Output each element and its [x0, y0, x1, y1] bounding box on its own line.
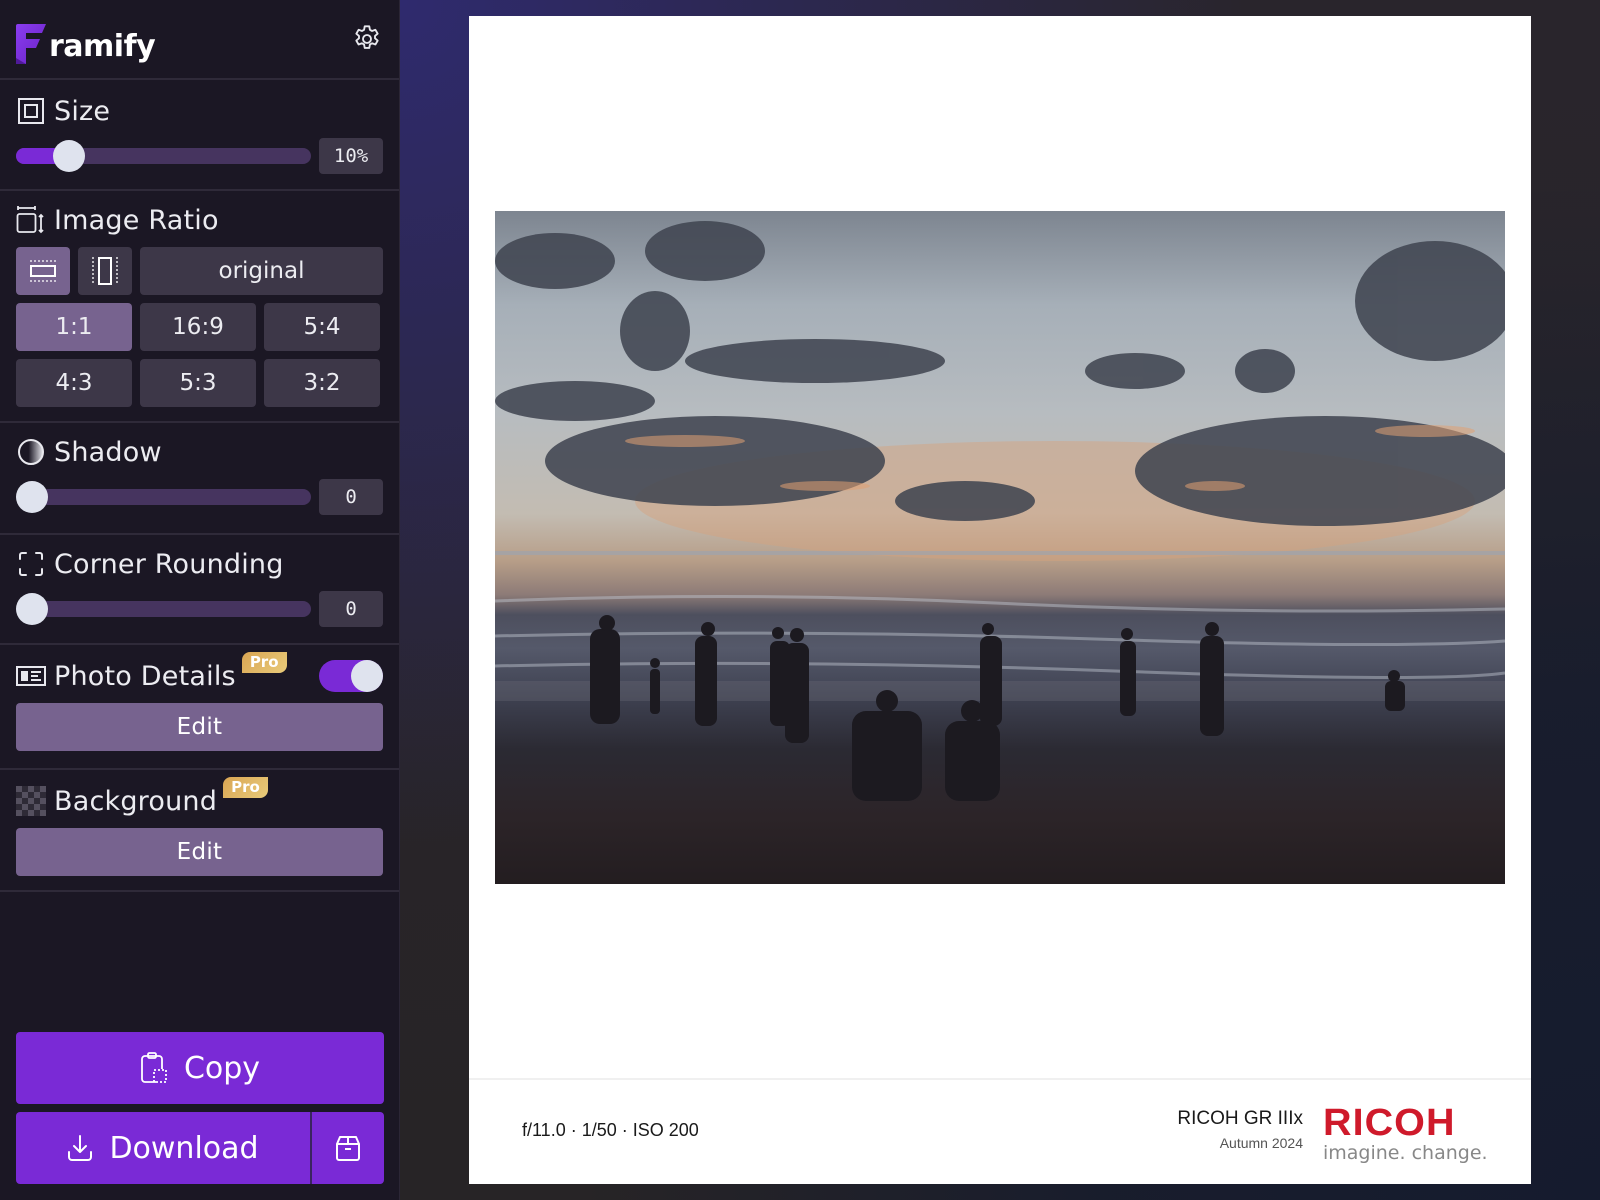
pro-badge: Pro [241, 651, 287, 673]
shadow-title: Shadow [54, 436, 162, 468]
camera-subtitle: Autumn 2024 [1219, 1135, 1303, 1151]
brand-tagline: imagine. change. [1323, 1142, 1488, 1164]
photo-details-header: Photo Details Pro [16, 651, 383, 693]
portrait-icon [92, 257, 118, 285]
size-slider[interactable] [16, 140, 312, 172]
clipboard-icon [140, 1052, 168, 1084]
download-button[interactable]: Download [16, 1112, 312, 1184]
copy-label: Copy [183, 1050, 261, 1086]
app-logo: ramify [16, 14, 156, 64]
shadow-header: Shadow [16, 435, 383, 469]
corner-rounding-value[interactable]: 0 [319, 591, 383, 627]
logo-f-icon [16, 24, 46, 64]
ratio-option-3-2[interactable]: 3:2 [264, 359, 380, 407]
photo-details-edit-button[interactable]: Edit [16, 703, 383, 751]
shadow-value[interactable]: 0 [319, 479, 383, 515]
archive-box-icon [336, 1136, 360, 1161]
id-card-icon [16, 661, 46, 691]
beach-sunset-photo [495, 221, 1505, 801]
gear-icon[interactable] [351, 23, 383, 55]
sidebar: ramify Size 10% Image Ratio original 1:1… [0, 0, 400, 1200]
background-edit-button[interactable]: Edit [16, 828, 383, 876]
ratio-option-5-3[interactable]: 5:3 [140, 359, 256, 407]
resize-box-icon [16, 205, 46, 235]
size-section: Size 10% [0, 80, 399, 191]
shadow-section: Shadow 0 [0, 423, 399, 535]
landscape-icon [30, 260, 56, 282]
half-circle-icon [16, 437, 46, 467]
checkerboard-icon [16, 786, 46, 816]
app-header: ramify [0, 0, 399, 80]
corner-rounding-slider[interactable] [16, 593, 312, 625]
corner-rounding-section: Corner Rounding 0 [0, 535, 399, 645]
background-title: Background [54, 785, 218, 817]
pro-badge: Pro [223, 776, 268, 798]
corners-icon [16, 549, 46, 579]
photo-details-title: Photo Details [54, 660, 236, 692]
ratio-option-4-3[interactable]: 4:3 [16, 359, 132, 407]
exif-info: f/11.0 · 1/50 · ISO 200 [522, 1120, 699, 1140]
corner-rounding-header: Corner Rounding [16, 547, 383, 581]
background-section: Background Pro Edit [0, 770, 399, 892]
canvas-stage: f/11.0 · 1/50 · ISO 200 RICOH GR IIIx Au… [400, 0, 1600, 1200]
photo [495, 211, 1505, 884]
corner-rounding-slider-thumb[interactable] [16, 593, 48, 625]
download-options-button[interactable] [312, 1112, 384, 1184]
export-actions: Copy Download [16, 1032, 384, 1184]
shadow-slider-thumb[interactable] [16, 481, 48, 513]
ratio-original-button[interactable]: original [140, 247, 383, 295]
size-value[interactable]: 10% [319, 138, 383, 174]
ratio-options: 1:1 16:9 5:4 4:3 5:3 3:2 [16, 303, 383, 407]
image-ratio-title: Image Ratio [54, 204, 219, 236]
ricoh-logo: RICOH imagine. change. [1323, 1104, 1488, 1164]
download-label: Download [109, 1130, 259, 1166]
app-name: ramify [49, 29, 156, 64]
copy-button[interactable]: Copy [16, 1032, 384, 1104]
photo-details-section: Photo Details Pro Edit [0, 645, 399, 770]
size-title: Size [54, 95, 111, 127]
background-header: Background Pro [16, 776, 383, 818]
size-slider-thumb[interactable] [52, 140, 85, 172]
camera-model: RICOH GR IIIx [1177, 1108, 1303, 1129]
portrait-orientation-button[interactable] [78, 247, 132, 295]
camera-info: RICOH GR IIIx Autumn 2024 [1177, 1108, 1303, 1151]
toggle-knob [351, 660, 383, 692]
frame-square-icon [16, 96, 46, 126]
landscape-orientation-button[interactable] [16, 247, 70, 295]
ratio-option-1-1[interactable]: 1:1 [16, 303, 132, 351]
ratio-option-16-9[interactable]: 16:9 [140, 303, 256, 351]
shadow-slider[interactable] [16, 481, 312, 513]
image-ratio-header: Image Ratio [16, 203, 383, 237]
framed-image: f/11.0 · 1/50 · ISO 200 RICOH GR IIIx Au… [469, 16, 1531, 1184]
photo-details-bar: f/11.0 · 1/50 · ISO 200 RICOH GR IIIx Au… [469, 1078, 1531, 1184]
corner-rounding-title: Corner Rounding [54, 548, 284, 580]
size-header: Size [16, 94, 383, 128]
brand-name: RICOH [1323, 1102, 1456, 1144]
image-ratio-section: Image Ratio original 1:1 16:9 5:4 4:3 5:… [0, 191, 399, 423]
ratio-option-5-4[interactable]: 5:4 [264, 303, 380, 351]
download-icon [67, 1134, 93, 1162]
photo-details-toggle[interactable] [319, 660, 383, 692]
